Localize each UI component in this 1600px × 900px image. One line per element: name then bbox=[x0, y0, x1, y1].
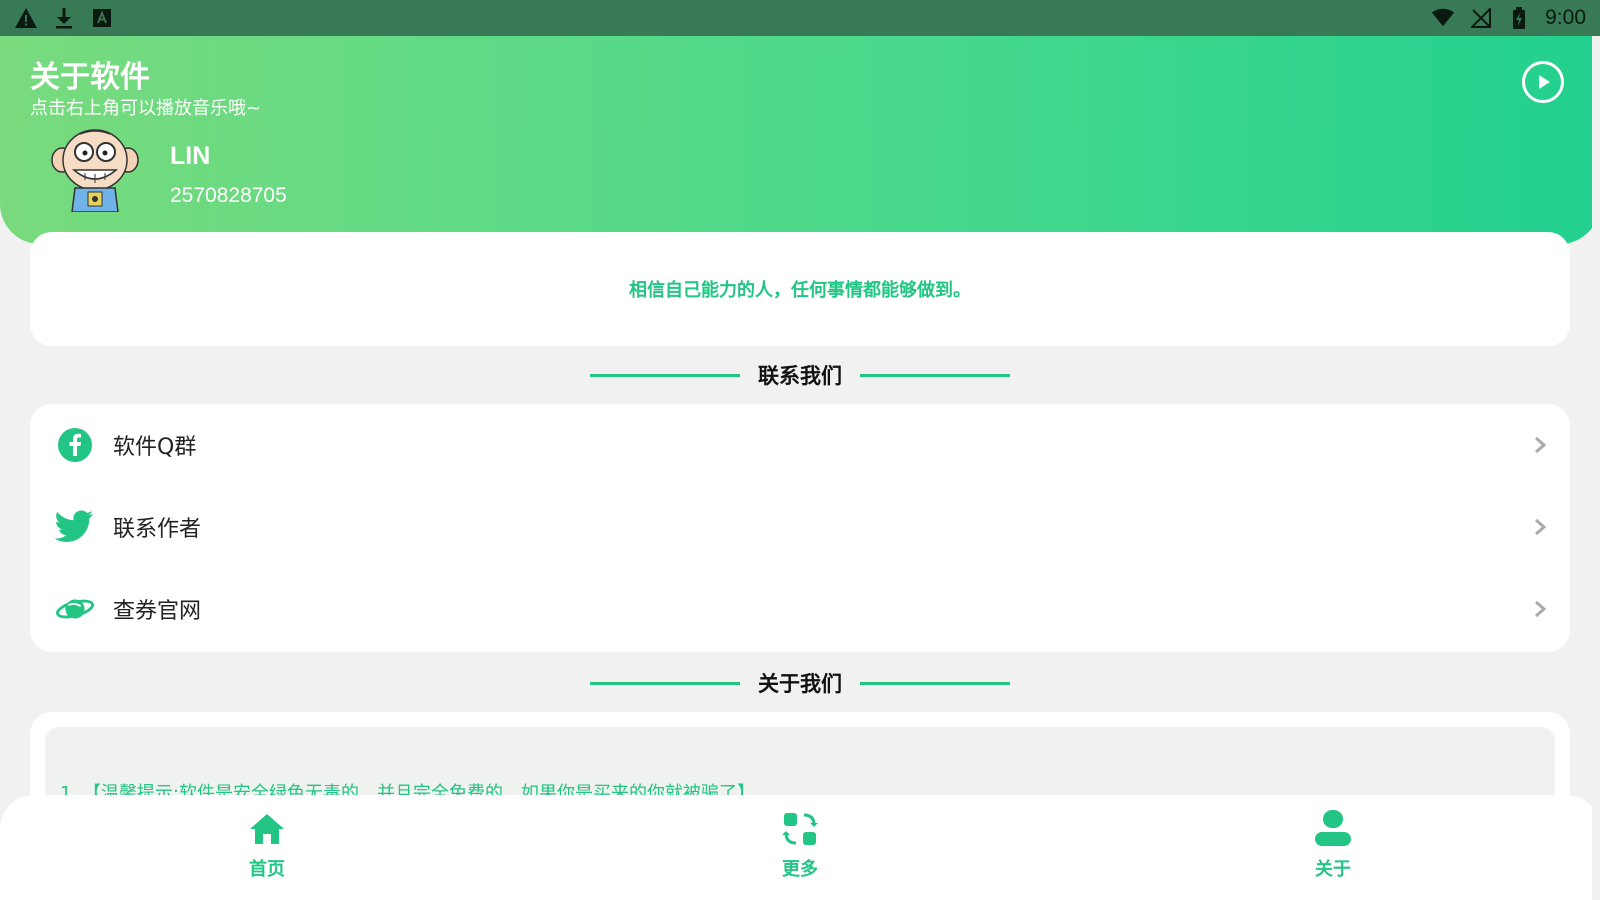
motto-card: 相信自己能力的人，任何事情都能够做到。 bbox=[30, 232, 1570, 346]
user-name: LIN bbox=[170, 142, 211, 170]
contact-item-label: 软件Q群 bbox=[113, 435, 197, 460]
app-screen: 9:00 关于软件 点击右上角可以播放音乐哦~ LIN 2570828705 相… bbox=[0, 0, 1600, 900]
contact-item-author[interactable]: 联系作者 bbox=[30, 486, 1570, 568]
page-title: 关于软件 bbox=[30, 60, 150, 95]
nav-item-label: 更多 bbox=[782, 859, 818, 880]
status-time: 9:00 bbox=[1545, 6, 1586, 29]
twitter-icon bbox=[55, 507, 95, 547]
section-divider-right bbox=[860, 681, 1010, 685]
play-circle-icon bbox=[1539, 75, 1550, 89]
contact-item-label: 联系作者 bbox=[113, 517, 202, 542]
nav-item-about[interactable]: 关于 bbox=[1273, 809, 1393, 889]
nav-item-more[interactable]: 更多 bbox=[740, 809, 860, 889]
header-banner: 关于软件 点击右上角可以播放音乐哦~ LIN 2570828705 bbox=[0, 36, 1600, 244]
about-section-title: 关于我们 bbox=[0, 668, 1600, 698]
play-music-button[interactable] bbox=[1522, 61, 1564, 103]
contact-section-label: 联系我们 bbox=[758, 364, 842, 388]
nav-item-label: 首页 bbox=[249, 859, 285, 880]
download-icon bbox=[52, 6, 76, 30]
swap-icon bbox=[780, 809, 820, 849]
nav-item-label: 关于 bbox=[1315, 859, 1351, 880]
status-left bbox=[14, 6, 114, 30]
section-divider-left bbox=[590, 373, 740, 377]
chevron-right-icon bbox=[1530, 517, 1550, 537]
section-divider-left bbox=[590, 681, 740, 685]
bottom-navigation: 首页 更多 关于 bbox=[0, 795, 1600, 900]
scroll-edge bbox=[1592, 36, 1600, 900]
contact-item-website[interactable]: 查券官网 bbox=[30, 568, 1570, 650]
status-bar: 9:00 bbox=[0, 0, 1600, 36]
contact-item-label: 查券官网 bbox=[113, 599, 202, 624]
home-icon bbox=[247, 809, 287, 849]
keyboard-icon bbox=[90, 6, 114, 30]
chevron-right-icon bbox=[1530, 435, 1550, 455]
user-id: 2570828705 bbox=[170, 184, 287, 207]
page-subtitle: 点击右上角可以播放音乐哦~ bbox=[30, 98, 262, 119]
battery-icon bbox=[1507, 6, 1531, 30]
warning-icon bbox=[14, 6, 38, 30]
chevron-right-icon bbox=[1530, 599, 1550, 619]
contact-section-title: 联系我们 bbox=[0, 360, 1600, 390]
avatar[interactable] bbox=[50, 126, 140, 213]
facebook-icon bbox=[55, 425, 95, 465]
motto-text: 相信自己能力的人，任何事情都能够做到。 bbox=[629, 280, 971, 301]
user-icon bbox=[1313, 809, 1353, 849]
contact-list: 软件Q群 联系作者 查券官网 bbox=[30, 404, 1570, 652]
planet-icon bbox=[55, 589, 95, 629]
no-signal-icon bbox=[1469, 6, 1493, 30]
status-right: 9:00 bbox=[1431, 6, 1586, 30]
contact-item-qq-group[interactable]: 软件Q群 bbox=[30, 404, 1570, 486]
wifi-icon bbox=[1431, 6, 1455, 30]
section-divider-right bbox=[860, 373, 1010, 377]
about-section-label: 关于我们 bbox=[758, 672, 842, 696]
nav-item-home[interactable]: 首页 bbox=[207, 809, 327, 889]
